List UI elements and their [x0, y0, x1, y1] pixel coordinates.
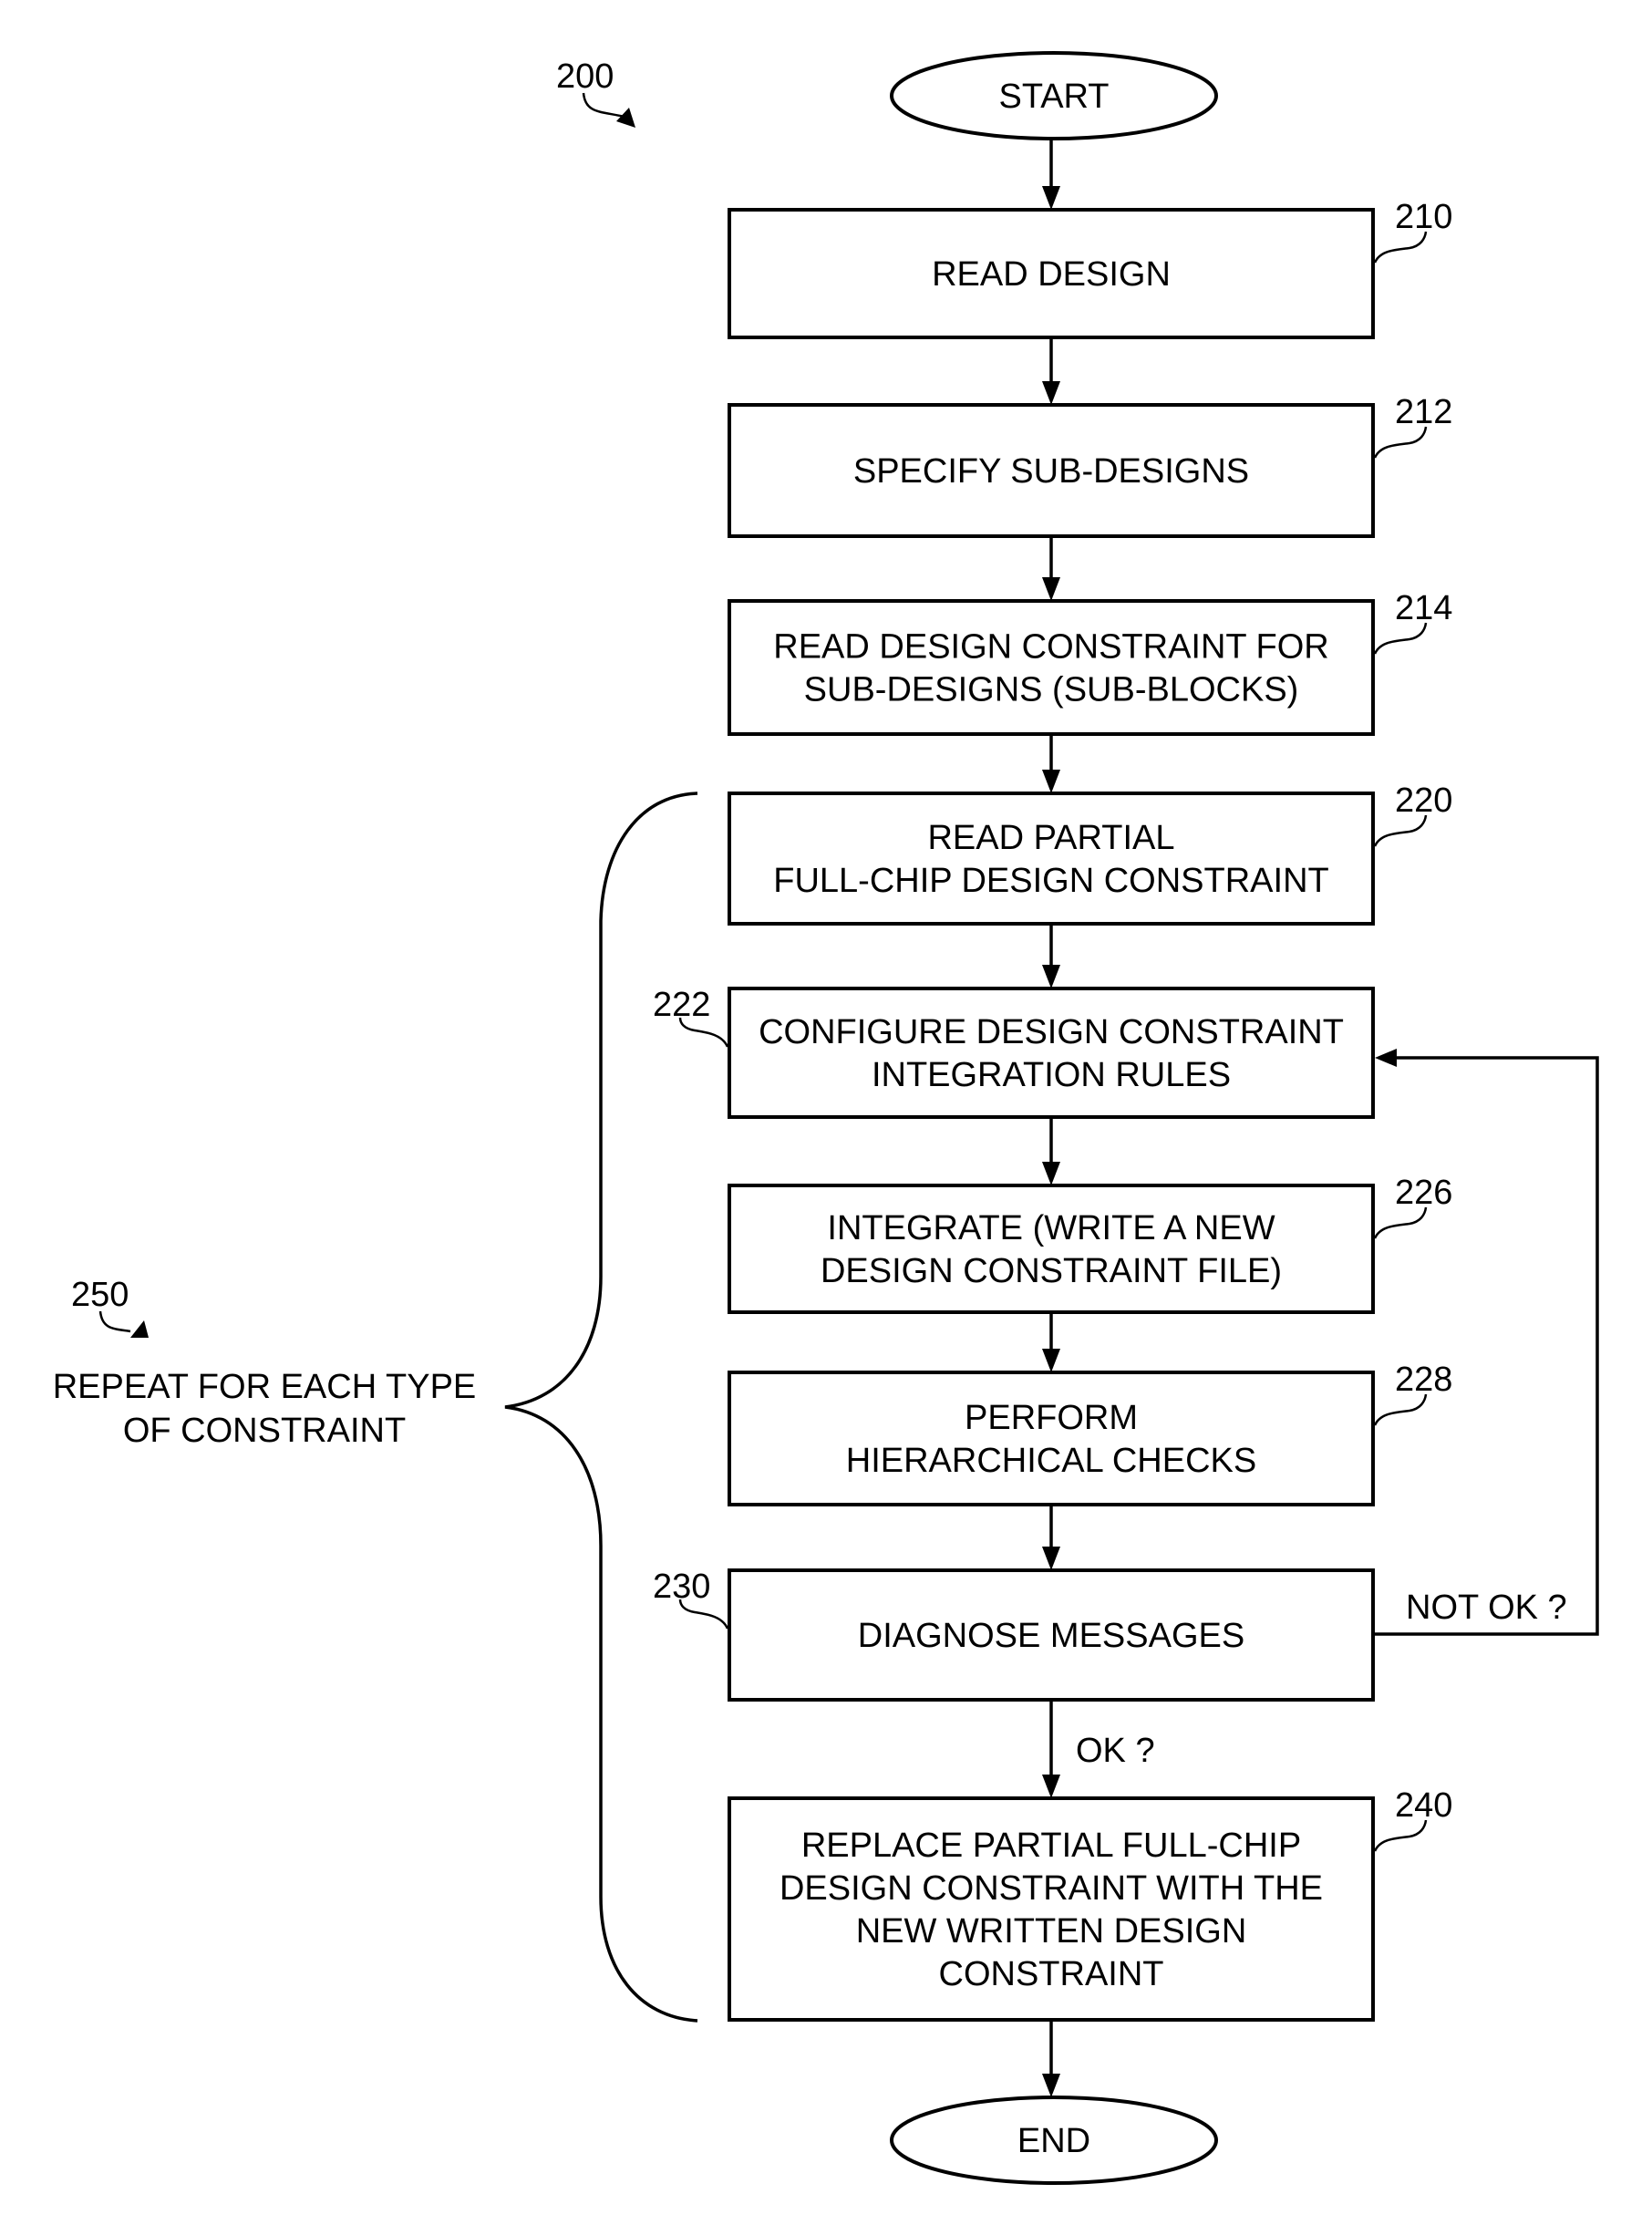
step-ref-leader [1373, 231, 1428, 264]
not-ok-loop-arrowhead [1375, 1049, 1397, 1067]
repeat-loop-brace [504, 792, 698, 2023]
step-label-line: CONFIGURE DESIGN CONSTRAINT [759, 1013, 1344, 1051]
connector-arrowhead [1042, 381, 1060, 405]
step-212: SPECIFY SUB-DESIGNS 212 [728, 393, 1452, 538]
connector-arrowhead [1042, 1349, 1060, 1372]
step-label-line: INTEGRATION RULES [872, 1056, 1231, 1094]
step-ref-number: 210 [1395, 198, 1452, 236]
step-214: READ DESIGN CONSTRAINT FOR SUB-DESIGNS (S… [728, 589, 1452, 736]
connector-arrowhead [1042, 577, 1060, 601]
step-226: INTEGRATE (WRITE A NEW DESIGN CONSTRAINT … [728, 1174, 1452, 1314]
step-box [728, 1184, 1375, 1314]
figure-ref-arrowhead [616, 108, 635, 128]
step-label-line: CONSTRAINT [939, 1955, 1164, 1993]
connector-arrowhead [1042, 1775, 1060, 1798]
connector-arrowhead [1042, 1547, 1060, 1570]
step-ref-number: 214 [1395, 589, 1452, 627]
connector-arrowhead [1042, 965, 1060, 988]
step-ref-leader [1373, 1206, 1428, 1239]
start-terminal: START [890, 51, 1218, 140]
not-ok-label: NOT OK ? [1406, 1589, 1567, 1627]
step-ref-leader [1373, 1819, 1428, 1852]
step-label-line: NEW WRITTEN DESIGN [856, 1912, 1247, 1951]
connector-arrowhead [1042, 2074, 1060, 2097]
connector-arrowhead [1042, 1162, 1060, 1185]
step-label-line: PERFORM [965, 1399, 1138, 1437]
step-label-line: READ DESIGN CONSTRAINT FOR [773, 628, 1328, 667]
step-228: PERFORM HIERARCHICAL CHECKS 228 [728, 1361, 1452, 1506]
step-210: READ DESIGN 210 [728, 198, 1452, 339]
step-label-line: SPECIFY SUB-DESIGNS [853, 452, 1249, 491]
step-ref-number: 212 [1395, 393, 1452, 431]
step-label-line: READ PARTIAL [927, 819, 1174, 857]
step-ref-leader [1373, 814, 1428, 847]
connector-arrowhead [1042, 186, 1060, 210]
step-label-line: DIAGNOSE MESSAGES [858, 1617, 1244, 1655]
step-ref-number: 226 [1395, 1174, 1452, 1212]
step-box [728, 987, 1375, 1119]
start-label: START [998, 78, 1109, 116]
step-ref-number: 220 [1395, 781, 1452, 820]
step-label-line: DESIGN CONSTRAINT WITH THE [780, 1869, 1323, 1908]
loop-description-line-1: REPEAT FOR EACH TYPE [53, 1368, 477, 1406]
step-ref-leader [1373, 426, 1428, 459]
step-label-line: DESIGN CONSTRAINT FILE) [821, 1252, 1282, 1290]
end-label: END [1017, 2122, 1090, 2160]
step-box [728, 792, 1375, 926]
figure-ref-label: 200 [556, 57, 614, 96]
step-ref-number: 230 [653, 1568, 710, 1606]
step-ref-number: 228 [1395, 1361, 1452, 1399]
step-box [728, 599, 1375, 736]
loop-ref-arrowhead [130, 1320, 149, 1338]
step-label-line: READ DESIGN [932, 255, 1171, 294]
figure-ref-leader [582, 92, 625, 119]
end-terminal: END [890, 2096, 1218, 2185]
flowchart-diagram: 200 START READ DESIGN 210 SPECIFY SUB-DESI… [53, 51, 1599, 2185]
step-label-line: INTEGRATE (WRITE A NEW [827, 1209, 1275, 1247]
step-220: READ PARTIAL FULL-CHIP DESIGN CONSTRAINT 2… [728, 781, 1452, 926]
loop-ref-label: 250 [71, 1276, 129, 1314]
step-label-line: FULL-CHIP DESIGN CONSTRAINT [773, 862, 1328, 900]
step-ref-leader [1373, 622, 1428, 655]
step-222: CONFIGURE DESIGN CONSTRAINT INTEGRATION R… [653, 986, 1375, 1119]
step-label-line: SUB-DESIGNS (SUB-BLOCKS) [804, 671, 1299, 709]
step-label-line: REPLACE PARTIAL FULL-CHIP [801, 1827, 1301, 1865]
step-230: DIAGNOSE MESSAGES 230 [653, 1568, 1375, 1702]
step-box [728, 1371, 1375, 1506]
step-label-line: HIERARCHICAL CHECKS [846, 1442, 1256, 1480]
ok-label: OK ? [1076, 1732, 1155, 1770]
connector-arrowhead [1042, 770, 1060, 793]
step-ref-leader [1373, 1393, 1428, 1426]
not-ok-loop-line [1373, 1056, 1599, 1636]
loop-ref-leader [98, 1310, 131, 1333]
step-ref-number: 222 [653, 986, 710, 1024]
step-240: REPLACE PARTIAL FULL-CHIP DESIGN CONSTRAI… [728, 1786, 1452, 2022]
loop-description-line-2: OF CONSTRAINT [123, 1412, 406, 1450]
step-ref-number: 240 [1395, 1786, 1452, 1825]
